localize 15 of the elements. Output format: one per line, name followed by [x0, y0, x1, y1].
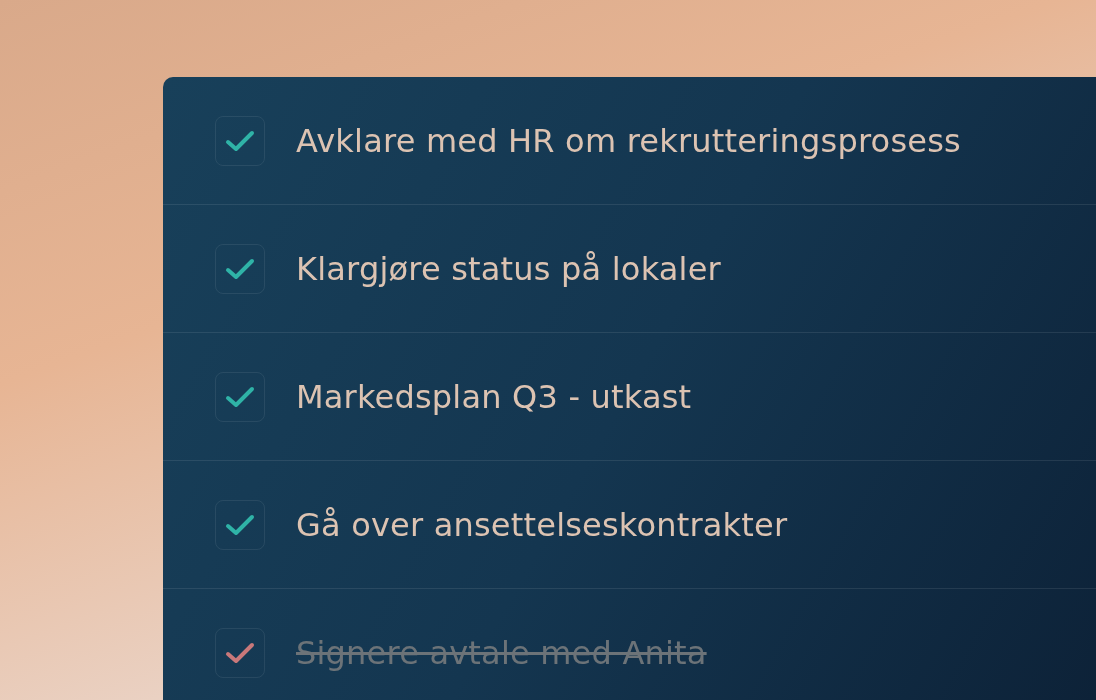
checkbox[interactable] [215, 499, 265, 550]
checkbox[interactable] [215, 115, 265, 166]
checkbox[interactable] [215, 243, 265, 294]
task-label: Avklare med HR om rekrutteringsprosess [296, 120, 961, 162]
task-label: Signere avtale med Anita [296, 632, 707, 674]
task-label: Klargjøre status på lokaler [296, 248, 721, 290]
task-label: Markedsplan Q3 - utkast [296, 376, 692, 418]
task-label: Gå over ansettelseskontrakter [296, 504, 788, 546]
checkmark-icon [225, 128, 255, 153]
checkmark-icon [225, 384, 255, 409]
checkmark-icon [225, 512, 255, 537]
checkbox[interactable] [215, 627, 265, 678]
checkmark-icon [225, 640, 255, 665]
checkbox[interactable] [215, 371, 265, 422]
checkmark-icon [225, 256, 255, 281]
